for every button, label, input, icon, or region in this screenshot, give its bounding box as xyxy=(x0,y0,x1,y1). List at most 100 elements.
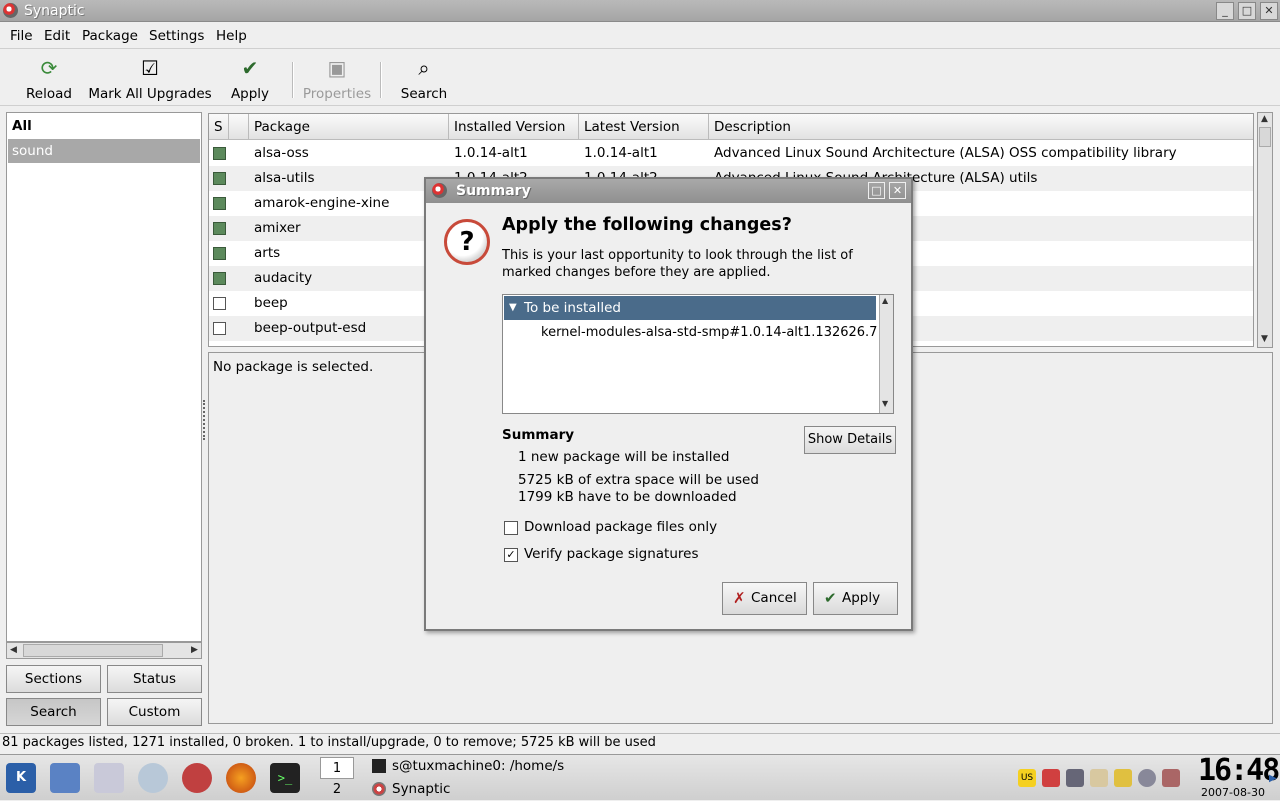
task-terminal-label: s@tuxmachine0: /home/s xyxy=(392,758,565,774)
menu-help[interactable]: Help xyxy=(216,28,247,44)
clipboard-icon[interactable] xyxy=(1090,769,1108,787)
kde-menu-icon[interactable]: K xyxy=(6,763,36,793)
col-header-installed-version[interactable]: Installed Version xyxy=(449,114,579,140)
close-button[interactable]: ✕ xyxy=(1260,2,1278,20)
search-icon: ⌕ xyxy=(418,56,430,80)
clock[interactable]: 16:48 2007-08-30 xyxy=(1198,753,1280,801)
menu-settings[interactable]: Settings xyxy=(149,28,204,44)
status-checkbox[interactable] xyxy=(213,172,226,185)
col-header-package[interactable]: Package xyxy=(249,114,449,140)
dialog-app-icon xyxy=(432,183,447,198)
notes-icon[interactable] xyxy=(1114,769,1132,787)
network-icon[interactable] xyxy=(182,763,212,793)
sections-button[interactable]: Sections xyxy=(6,665,101,693)
status-checkbox[interactable] xyxy=(213,222,226,235)
changes-list: ▼ To be installed kernel-modules-alsa-st… xyxy=(502,294,894,414)
col-header-latest-version[interactable]: Latest Version xyxy=(579,114,709,140)
pager-desktop-2[interactable]: 2 xyxy=(320,779,354,801)
dialog-cancel-button[interactable]: ✗ Cancel xyxy=(722,582,807,615)
scroll-down-icon[interactable]: ▼ xyxy=(1261,334,1268,344)
search-button[interactable]: ⌕ Search xyxy=(398,54,450,104)
maximize-button[interactable]: □ xyxy=(1238,2,1256,20)
minimize-button[interactable]: _ xyxy=(1216,2,1234,20)
search-filter-button[interactable]: Search xyxy=(6,698,101,726)
verify-signatures-checkbox[interactable]: ✓ xyxy=(504,548,518,562)
task-synaptic[interactable]: Synaptic xyxy=(370,778,450,800)
cancel-label: Cancel xyxy=(751,590,797,606)
terminal-icon[interactable]: >_ xyxy=(270,763,300,793)
scroll-up-icon[interactable]: ▲ xyxy=(882,296,888,305)
status-checkbox[interactable] xyxy=(213,272,226,285)
mark-all-icon: ☑ xyxy=(141,56,159,80)
network-tray-icon[interactable] xyxy=(1066,769,1084,787)
dialog-apply-button[interactable]: ✔ Apply xyxy=(813,582,898,615)
mark-all-upgrades-button[interactable]: ☑ Mark All Upgrades xyxy=(88,54,212,104)
section-item-sound[interactable]: sound xyxy=(8,139,200,163)
toolbar: ⟳ Reload ☑ Mark All Upgrades ✔ Apply ▣ P… xyxy=(0,50,1280,106)
scroll-up-icon[interactable]: ▲ xyxy=(1261,114,1268,124)
menu-package[interactable]: Package xyxy=(82,28,138,44)
dialog-close-button[interactable]: ✕ xyxy=(889,182,906,199)
pager-desktop-1[interactable]: 1 xyxy=(320,757,354,779)
cell-package: audacity xyxy=(254,270,313,286)
reload-icon: ⟳ xyxy=(40,56,58,80)
reload-label: Reload xyxy=(26,86,72,102)
mail-icon[interactable] xyxy=(138,763,168,793)
changes-vscrollbar[interactable]: ▲ ▼ xyxy=(879,295,893,413)
scroll-right-icon[interactable]: ▶ xyxy=(191,645,198,655)
task-terminal[interactable]: s@tuxmachine0: /home/s xyxy=(370,755,564,777)
menu-edit[interactable]: Edit xyxy=(44,28,70,44)
package-table-vscrollbar[interactable]: ▲ ▼ xyxy=(1257,112,1273,348)
expander-triangle-icon[interactable]: ▼ xyxy=(509,296,517,320)
dialog-titlebar[interactable]: Summary □ ✕ xyxy=(426,179,911,203)
summary-line: 5725 kB of extra space will be used xyxy=(518,472,759,488)
scroll-down-icon[interactable]: ▼ xyxy=(882,399,888,408)
home-folder-icon[interactable] xyxy=(50,763,80,793)
clock-time: 16:48 xyxy=(1198,753,1280,788)
show-details-button[interactable]: Show Details xyxy=(804,426,896,454)
status-checkbox[interactable] xyxy=(213,297,226,310)
calendar-icon[interactable] xyxy=(94,763,124,793)
changes-group-to-be-installed[interactable]: ▼ To be installed xyxy=(504,296,876,320)
status-checkbox[interactable] xyxy=(213,322,226,335)
scroll-left-icon[interactable]: ◀ xyxy=(10,645,17,655)
synaptic-app-icon xyxy=(3,3,18,18)
keyboard-layout-indicator[interactable]: US xyxy=(1018,769,1036,787)
apply-button[interactable]: ✔ Apply xyxy=(226,54,274,104)
cell-package: beep-output-esd xyxy=(254,320,367,336)
cell-description: Advanced Linux Sound Architecture (ALSA)… xyxy=(714,145,1177,161)
verify-signatures-label[interactable]: Verify package signatures xyxy=(524,546,699,562)
status-button[interactable]: Status xyxy=(107,665,202,693)
scrollbar-thumb[interactable] xyxy=(1259,127,1271,147)
download-only-label[interactable]: Download package files only xyxy=(524,519,717,535)
status-checkbox[interactable] xyxy=(213,247,226,260)
menu-file[interactable]: File xyxy=(10,28,33,44)
dialog-text: This is your last opportunity to look th… xyxy=(502,248,853,280)
section-item-all[interactable]: All xyxy=(8,114,200,138)
taskbar-expand-icon[interactable]: ▶ xyxy=(1269,773,1277,784)
tray-app-icon[interactable] xyxy=(1042,769,1060,787)
status-checkbox[interactable] xyxy=(213,147,226,160)
bluetooth-icon[interactable] xyxy=(1138,769,1156,787)
firefox-icon[interactable] xyxy=(226,763,256,793)
download-only-checkbox[interactable] xyxy=(504,521,518,535)
col-header-support[interactable] xyxy=(229,114,249,140)
section-list-hscrollbar[interactable]: ◀ ▶ xyxy=(6,642,202,659)
update-notifier-icon[interactable] xyxy=(1162,769,1180,787)
cell-package: alsa-oss xyxy=(254,145,309,161)
col-header-status[interactable]: S xyxy=(209,114,229,140)
window-titlebar[interactable]: Synaptic _ □ ✕ xyxy=(0,0,1280,22)
scrollbar-thumb[interactable] xyxy=(23,644,163,657)
custom-button[interactable]: Custom xyxy=(107,698,202,726)
cell-package: alsa-utils xyxy=(254,170,315,186)
reload-button[interactable]: ⟳ Reload xyxy=(22,54,76,104)
col-header-description[interactable]: Description xyxy=(709,114,1253,140)
status-checkbox[interactable] xyxy=(213,197,226,210)
properties-button[interactable]: ▣ Properties xyxy=(300,54,374,104)
change-item[interactable]: kernel-modules-alsa-std-smp#1.0.14-alt1.… xyxy=(541,322,877,344)
terminal-task-icon xyxy=(372,759,386,773)
search-label: Search xyxy=(400,86,448,102)
table-row[interactable]: alsa-oss 1.0.14-alt1 1.0.14-alt1 Advanced L… xyxy=(209,141,1253,166)
pane-resize-grip[interactable] xyxy=(203,400,207,440)
dialog-maximize-button[interactable]: □ xyxy=(868,182,885,199)
